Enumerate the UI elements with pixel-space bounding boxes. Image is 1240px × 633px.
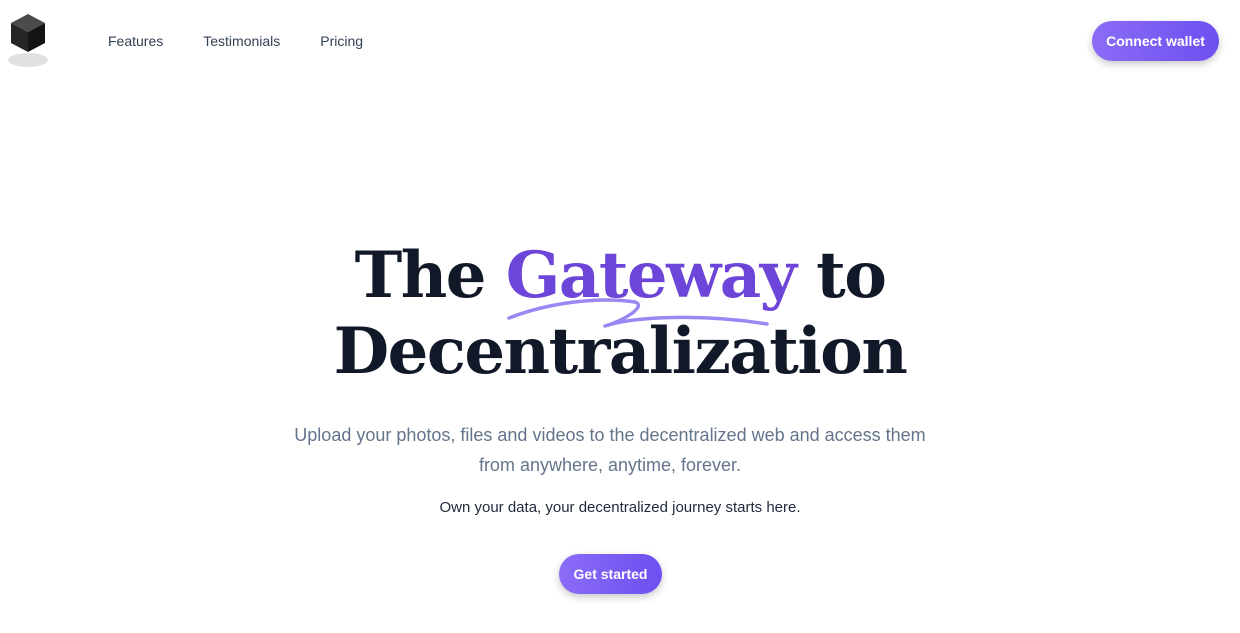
hero-tagline: Own your data, your decentralized journe…	[439, 499, 801, 516]
connect-wallet-button[interactable]: Connect wallet	[1092, 21, 1219, 61]
headline-line2: Decentralization	[333, 314, 908, 389]
headline-suffix: to	[795, 238, 887, 313]
landing-page: Features Testimonials Pricing Connect wa…	[0, 0, 1240, 633]
headline-highlight: Gateway	[505, 238, 797, 313]
nav-testimonials[interactable]: Testimonials	[203, 32, 280, 50]
nav-features[interactable]: Features	[108, 32, 163, 50]
nav-pricing[interactable]: Pricing	[320, 32, 363, 50]
main-nav: Features Testimonials Pricing	[108, 32, 363, 50]
hero-subtitle: Upload your photos, files and videos to …	[294, 425, 926, 475]
headline-prefix: The	[354, 238, 506, 313]
hero-headline: The Gateway to Decentralization	[0, 238, 1240, 390]
cube-icon[interactable]	[6, 12, 50, 72]
get-started-button[interactable]: Get started	[559, 554, 662, 594]
